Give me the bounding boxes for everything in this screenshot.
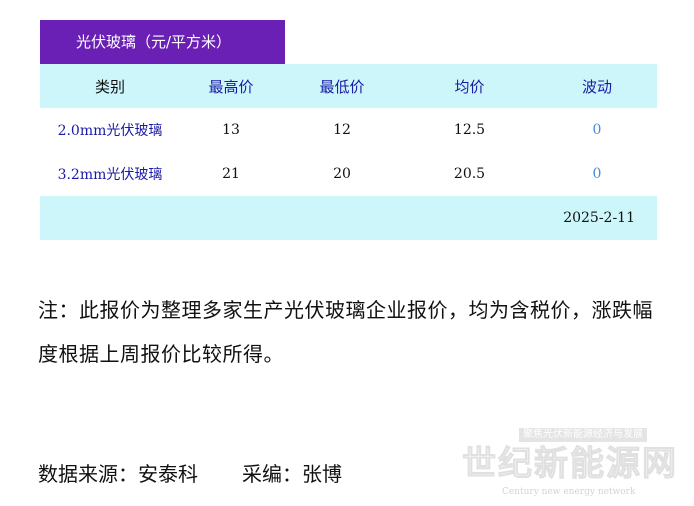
site-watermark: 聚焦光伏新能源经济与发展 世纪新能源网 Century new energy n…: [462, 428, 687, 500]
low-price-cell: 20: [333, 166, 351, 182]
table-title: 光伏玻璃（元/平方米）: [40, 20, 285, 64]
table-header-row: 类别 最高价 最低价 均价 波动: [40, 64, 657, 108]
price-note: 注：此报价为整理多家生产光伏玻璃企业报价，均为含税价，涨跌幅度根据上周报价比较所…: [38, 298, 653, 366]
column-header-category: 类别: [94, 77, 125, 96]
editor-credit: 采编：张博: [242, 462, 342, 486]
high-price-cell: 21: [222, 166, 240, 182]
watermark-subtitle: Century new energy network: [502, 487, 636, 497]
data-source: 数据来源：安泰科: [38, 462, 198, 486]
change-cell: 0: [592, 166, 602, 182]
column-header-change: 波动: [581, 77, 612, 96]
change-cell: 0: [592, 122, 602, 138]
column-header-avg: 均价: [454, 77, 485, 96]
table-row: 2.0mm光伏玻璃 13 12 12.5 0: [40, 108, 657, 152]
price-date: 2025-2-11: [563, 210, 635, 226]
watermark-tagline: 聚焦光伏新能源经济与发展: [519, 428, 647, 442]
source-line: 数据来源：安泰科 采编：张博: [38, 454, 342, 494]
price-table: 类别 最高价 最低价 均价 波动 2.0mm光伏玻璃 13 12 12.5 0 …: [40, 64, 657, 240]
category-cell: 2.0mm光伏玻璃: [57, 123, 163, 139]
table-row: 3.2mm光伏玻璃 21 20 20.5 0: [40, 152, 657, 196]
category-cell: 3.2mm光伏玻璃: [57, 167, 163, 183]
column-header-high: 最高价: [208, 77, 254, 96]
column-header-low: 最低价: [319, 77, 365, 96]
avg-price-cell: 20.5: [453, 166, 486, 182]
low-price-cell: 12: [333, 122, 351, 138]
table-footer-row: 2025-2-11: [40, 196, 657, 240]
high-price-cell: 13: [222, 122, 240, 138]
avg-price-cell: 12.5: [453, 122, 486, 138]
watermark-logo-text: 世纪新能源网: [462, 444, 678, 485]
